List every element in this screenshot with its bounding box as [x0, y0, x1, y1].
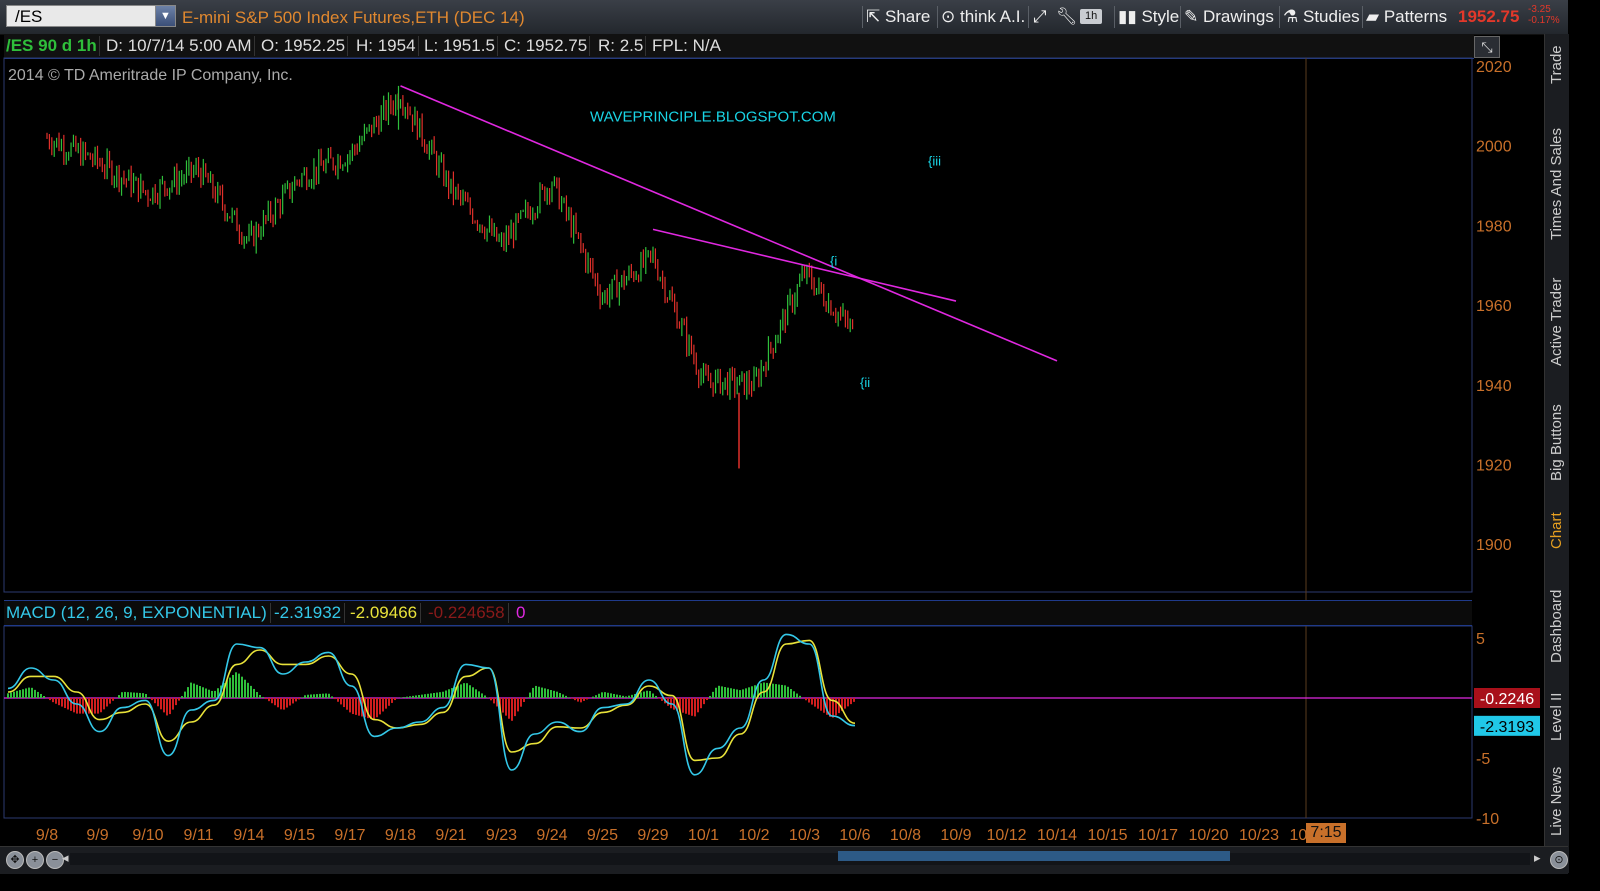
macd-axis-tick: -5 — [1476, 751, 1490, 768]
macd-diff: -0.224658 — [428, 603, 509, 623]
macd-value-line — [7, 633, 856, 776]
trendline — [400, 85, 1058, 362]
tab-active-trader[interactable]: Active Trader — [1545, 266, 1569, 378]
macd-avg: -2.09466 — [350, 603, 422, 623]
right-dock: Trade Times And Sales Active Trader Big … — [1544, 34, 1569, 873]
zoom-in-icon[interactable]: + — [26, 851, 44, 869]
time-axis-tick: 10/3 — [789, 827, 820, 844]
macd-panel-border — [3, 625, 1473, 819]
pan-icon[interactable]: ✥ — [6, 851, 24, 869]
time-axis-tick: 10/15 — [1087, 827, 1127, 844]
tab-times-and-sales[interactable]: Times And Sales — [1545, 114, 1569, 254]
price-panel-border — [3, 57, 1473, 593]
time-axis-tick: 9/9 — [86, 827, 108, 844]
price-axis-tick: 1920 — [1476, 457, 1512, 474]
scrollbar-thumb[interactable] — [838, 851, 1230, 861]
copyright-text: 2014 © TD Ameritrade IP Company, Inc. — [8, 67, 293, 84]
time-axis-tick: 10/12 — [986, 827, 1026, 844]
tab-level-ii[interactable]: Level II — [1545, 688, 1569, 746]
time-axis-tick: 9/25 — [587, 827, 618, 844]
tab-dashboard[interactable]: Dashboard — [1545, 582, 1569, 670]
time-axis-tick: 10/14 — [1037, 827, 1077, 844]
time-axis-tick: 10/2 — [738, 827, 769, 844]
time-axis-tick: 9/14 — [233, 827, 264, 844]
price-axis-tick: 2020 — [1476, 59, 1512, 76]
time-axis-tick: 9/8 — [36, 827, 58, 844]
price-axis-tick: 1960 — [1476, 298, 1512, 315]
macd-value-last: -2.3193 — [1480, 719, 1534, 736]
macd-diff-last: -0.2246 — [1480, 691, 1534, 708]
macd-axis-tick: 5 — [1476, 631, 1485, 648]
time-axis-tick: 10/8 — [890, 827, 921, 844]
time-axis-tick: 10/1 — [688, 827, 719, 844]
time-axis-tick: 9/21 — [435, 827, 466, 844]
horizontal-scrollbar[interactable] — [70, 853, 1530, 865]
time-axis-tick: 9/11 — [184, 827, 214, 844]
watermark-text: WAVEPRINCIPLE.BLOGSPOT.COM — [590, 109, 836, 126]
macd-axis-tick: -10 — [1476, 811, 1499, 828]
time-axis-tick: 10/6 — [839, 827, 870, 844]
time-axis-tick: 10/9 — [940, 827, 971, 844]
macd-value: -2.31932 — [274, 603, 346, 623]
bottom-bar: ✥ + − ◂ ▸ ⊙ — [0, 846, 1568, 874]
time-axis-tick: 9/29 — [637, 827, 668, 844]
wave-label: {i — [830, 253, 837, 268]
tab-trade[interactable]: Trade — [1545, 36, 1569, 94]
zoom-reset-icon[interactable]: ⊙ — [1550, 851, 1568, 869]
macd-title: MACD (12, 26, 9, EXPONENTIAL) — [6, 603, 271, 623]
tab-live-news[interactable]: Live News — [1545, 760, 1569, 842]
price-axis-tick: 1900 — [1476, 537, 1512, 554]
scroll-right-icon[interactable]: ▸ — [1534, 850, 1541, 866]
trendline — [652, 228, 957, 302]
scroll-left-icon[interactable]: ◂ — [62, 850, 69, 866]
tab-chart[interactable]: Chart — [1545, 508, 1569, 554]
tab-big-buttons[interactable]: Big Buttons — [1545, 392, 1569, 494]
wave-label: {ii — [860, 375, 870, 390]
time-axis-tick: 9/23 — [486, 827, 517, 844]
chart-canvas: WAVEPRINCIPLE.BLOGSPOT.COM {iii {i {ii 1900… — [3, 57, 1540, 844]
time-axis-tick: 10/17 — [1138, 827, 1178, 844]
macd-legend-bar: MACD (12, 26, 9, EXPONENTIAL) -2.31932 -… — [4, 600, 1472, 626]
time-axis-tick: 10/23 — [1239, 827, 1279, 844]
time-axis-tick: 9/17 — [334, 827, 365, 844]
macd-avg-line — [7, 639, 856, 762]
time-marker: 7:15 — [1306, 823, 1346, 843]
time-axis-tick: 10/20 — [1188, 827, 1228, 844]
price-axis-tick: 2000 — [1476, 139, 1512, 156]
price-axis-tick: 1940 — [1476, 378, 1512, 395]
macd-zero: 0 — [516, 603, 526, 622]
time-axis-tick: 9/15 — [284, 827, 315, 844]
time-axis-tick: 9/18 — [385, 827, 416, 844]
time-axis-tick: 9/24 — [536, 827, 567, 844]
wave-label: {iii — [928, 154, 941, 169]
candlestick-series — [46, 85, 854, 469]
price-axis-tick: 1980 — [1476, 218, 1512, 235]
time-axis-tick: 9/10 — [132, 827, 163, 844]
